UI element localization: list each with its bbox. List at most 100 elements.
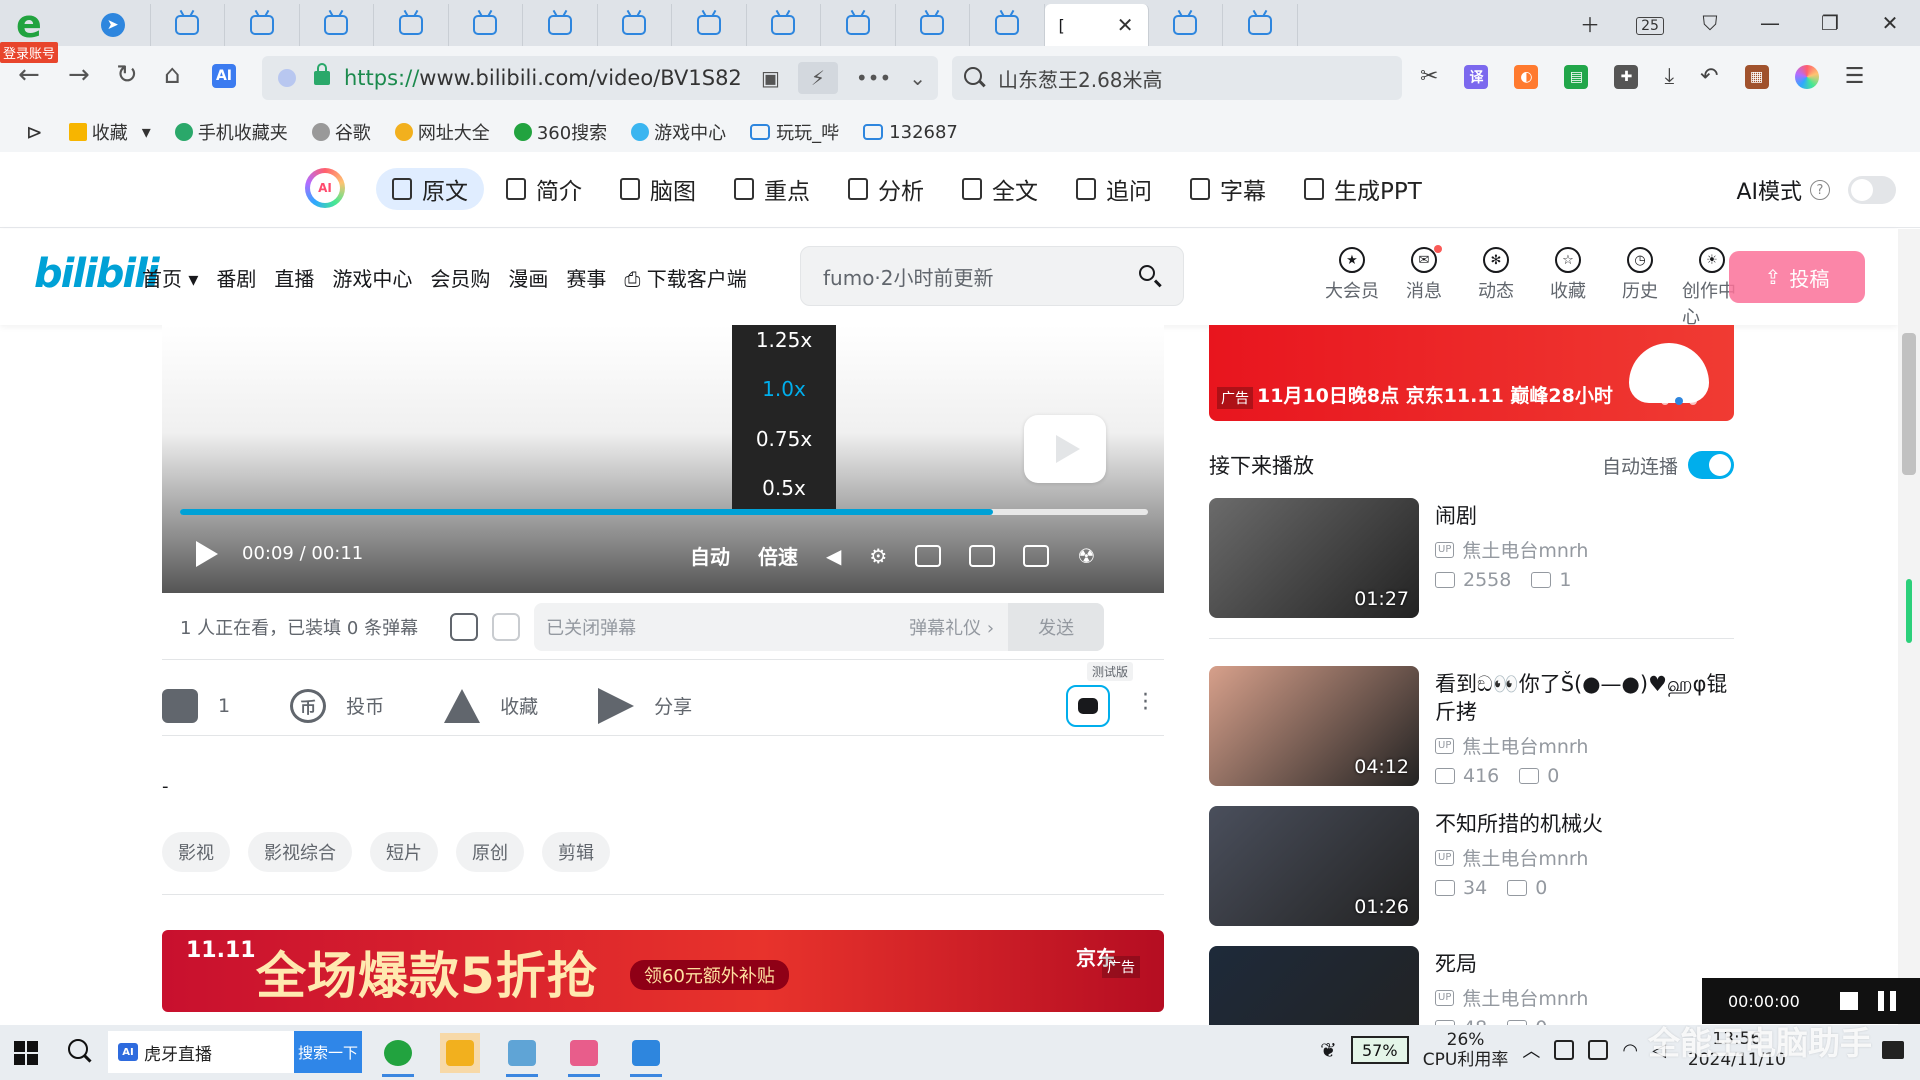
browser-tab[interactable] xyxy=(970,4,1045,46)
like-button[interactable]: 1 xyxy=(162,688,230,723)
undo-icon[interactable]: ↶ xyxy=(1700,64,1718,89)
browser-logo[interactable]: e 登录账号 xyxy=(0,2,62,64)
coin-button[interactable]: 币投币 xyxy=(290,688,384,723)
taskbar-browser-icon[interactable] xyxy=(378,1033,418,1077)
ai-tab-1[interactable]: 简介 xyxy=(490,168,598,210)
browser-tab[interactable] xyxy=(449,4,523,46)
tray-chevron-icon[interactable]: ︿ xyxy=(1522,1037,1540,1063)
header-item-4[interactable]: ◷ 历史 xyxy=(1610,247,1670,329)
video-title[interactable]: 看到ඞ👀你了Š(●—●)♥ஹφ锟斤拷 xyxy=(1435,670,1735,726)
ai-logo[interactable]: AI xyxy=(305,168,345,208)
login-badge[interactable]: 登录账号 xyxy=(0,42,59,63)
menu-icon[interactable]: ☰ xyxy=(1845,64,1865,89)
browser-tab[interactable]: ➤ xyxy=(76,4,151,46)
bookmark-item[interactable]: 手机收藏夹 xyxy=(174,119,288,145)
ai-tab-4[interactable]: 分析 xyxy=(832,168,940,210)
close-window-icon[interactable]: ✕ xyxy=(1860,11,1920,35)
speed-option[interactable]: 0.5x xyxy=(762,464,806,514)
share-button[interactable]: 分享 xyxy=(598,687,692,724)
browser-tab-active[interactable]: [ ✕ xyxy=(1044,4,1149,46)
back-icon[interactable]: ← xyxy=(18,60,40,90)
translate-icon[interactable]: 译 xyxy=(1464,64,1489,89)
ai-mode-toggle[interactable] xyxy=(1848,176,1896,204)
tag-chip[interactable]: 原创 xyxy=(456,832,524,872)
video-title[interactable]: 死局 xyxy=(1435,950,1735,978)
header-item-0[interactable]: ★ 大会员 xyxy=(1322,247,1382,329)
cpu-usage[interactable]: 26% CPU利用率 xyxy=(1423,1030,1509,1070)
video-card[interactable]: 01:26 不知所措的机械火 UP 焦土电台mnrh 34 0 xyxy=(1209,806,1734,926)
settings-gear-icon[interactable]: ⚙ xyxy=(869,544,887,568)
web-fullscreen-icon[interactable] xyxy=(1023,544,1050,567)
speed-option[interactable]: 1.25x xyxy=(756,325,812,365)
browser-tab[interactable] xyxy=(225,4,300,46)
tag-chip[interactable]: 短片 xyxy=(370,832,438,872)
bookmark-item[interactable]: 360搜索 xyxy=(513,119,607,145)
bookmark-item[interactable]: 收藏 ▾ xyxy=(68,119,151,145)
play-icon[interactable] xyxy=(196,541,218,567)
widescreen-icon[interactable] xyxy=(969,544,996,567)
nav-item[interactable]: 赛事 xyxy=(566,263,606,292)
video-thumbnail[interactable]: 04:12 xyxy=(1209,666,1419,786)
help-icon[interactable]: ? xyxy=(1810,180,1830,200)
restore-icon[interactable]: ❐ xyxy=(1800,11,1860,35)
favorite-button[interactable]: 收藏 xyxy=(444,688,538,723)
ai-tab-3[interactable]: 重点 xyxy=(718,168,826,210)
image-icon[interactable]: ▣ xyxy=(761,66,780,90)
taskbar-search-field[interactable]: AI 虎牙直播 搜索一下 xyxy=(108,1031,362,1073)
sidebar-toggle-icon[interactable]: ⊳ xyxy=(26,120,43,144)
bookmark-item[interactable]: 谷歌 xyxy=(311,119,371,145)
fullscreen-icon[interactable]: ☢ xyxy=(1077,544,1095,568)
nav-item[interactable]: 直播 xyxy=(274,263,314,292)
video-uploader[interactable]: UP 焦土电台mnrh xyxy=(1435,536,1735,563)
speed-mode-icon[interactable]: ⚡ xyxy=(797,62,838,94)
close-tab-icon[interactable]: ✕ xyxy=(1117,13,1134,37)
more-vertical-icon[interactable]: · · · xyxy=(1142,685,1149,721)
forward-icon[interactable]: → xyxy=(68,60,90,90)
notification-icon[interactable] xyxy=(1882,1041,1904,1059)
top-ad-banner[interactable]: 广告 11月10日晚8点 京东11.11 巅峰28小时 xyxy=(1209,325,1734,421)
danmaku-toggle-icon[interactable] xyxy=(450,612,479,641)
download-icon[interactable]: ⤓ xyxy=(1664,64,1674,89)
reload-icon[interactable]: ↻ xyxy=(116,60,138,90)
minimize-icon[interactable]: — xyxy=(1740,11,1800,35)
header-item-1[interactable]: ✉ 消息 xyxy=(1394,245,1454,329)
danmaku-input[interactable]: 已关闭弹幕 弹幕礼仪 › 发送 xyxy=(534,602,1105,651)
video-card[interactable]: 04:12 看到ඞ👀你了Š(●—●)♥ஹφ锟斤拷 UP 焦土电台mnrh 416 0 xyxy=(1209,666,1735,787)
quality-auto-button[interactable]: 自动 xyxy=(690,541,730,570)
tab-count-button[interactable]: 25 xyxy=(1620,11,1680,35)
home-icon[interactable]: ⌂ xyxy=(164,60,181,90)
chevron-down-icon[interactable]: ▾ xyxy=(142,122,151,143)
gamepad-icon[interactable]: ◐ xyxy=(1514,64,1539,89)
browser-tab[interactable] xyxy=(672,4,747,46)
browser-tab[interactable] xyxy=(896,4,970,46)
battery-indicator[interactable]: 57% xyxy=(1350,1036,1409,1064)
taskbar-app-icon[interactable] xyxy=(502,1033,542,1077)
video-uploader[interactable]: UP 焦土电台mnrh xyxy=(1435,844,1735,871)
ai-tab-0[interactable]: 原文 xyxy=(376,168,484,210)
scissors-icon[interactable]: ✂ xyxy=(1420,64,1438,89)
browser-tab[interactable] xyxy=(747,4,821,46)
taskbar-folder-icon[interactable] xyxy=(440,1033,480,1073)
browser-tab[interactable] xyxy=(374,4,449,46)
video-title[interactable]: 不知所措的机械火 xyxy=(1435,810,1735,838)
tag-chip[interactable]: 影视综合 xyxy=(248,832,352,872)
page-scrollbar[interactable] xyxy=(1898,229,1920,1025)
stop-icon[interactable] xyxy=(1839,992,1858,1010)
tag-chip[interactable]: 剪辑 xyxy=(542,832,610,872)
taskbar-video-icon[interactable] xyxy=(626,1033,666,1077)
picture-in-picture-icon[interactable] xyxy=(915,544,942,567)
progress-bar[interactable] xyxy=(180,509,1148,515)
ai-tab-5[interactable]: 全文 xyxy=(946,168,1054,210)
power-icon[interactable] xyxy=(1588,1040,1609,1060)
video-uploader[interactable]: UP 焦土电台mnrh xyxy=(1435,732,1735,759)
bottom-ad-banner[interactable]: 11.11 全场爆款5折抢 领60元额外补贴 京东 广告 xyxy=(162,930,1164,1012)
new-tab-icon[interactable]: ＋ xyxy=(1560,9,1620,38)
video-player[interactable]: 1.25x 1.0x 0.75x 0.5x 00:09 / 00:11 自动 倍速 ◀… xyxy=(162,325,1164,593)
video-uploader[interactable]: UP 焦土电台mnrh xyxy=(1435,984,1735,1011)
browser-tab[interactable] xyxy=(523,4,598,46)
puzzle-icon[interactable]: ✚ xyxy=(1614,64,1639,89)
bookmark-item[interactable]: 游戏中心 xyxy=(631,119,726,145)
tray-app-icon[interactable] xyxy=(1554,1040,1575,1060)
browser-tab[interactable] xyxy=(1223,4,1298,46)
video-title[interactable]: 闹剧 xyxy=(1435,502,1735,530)
